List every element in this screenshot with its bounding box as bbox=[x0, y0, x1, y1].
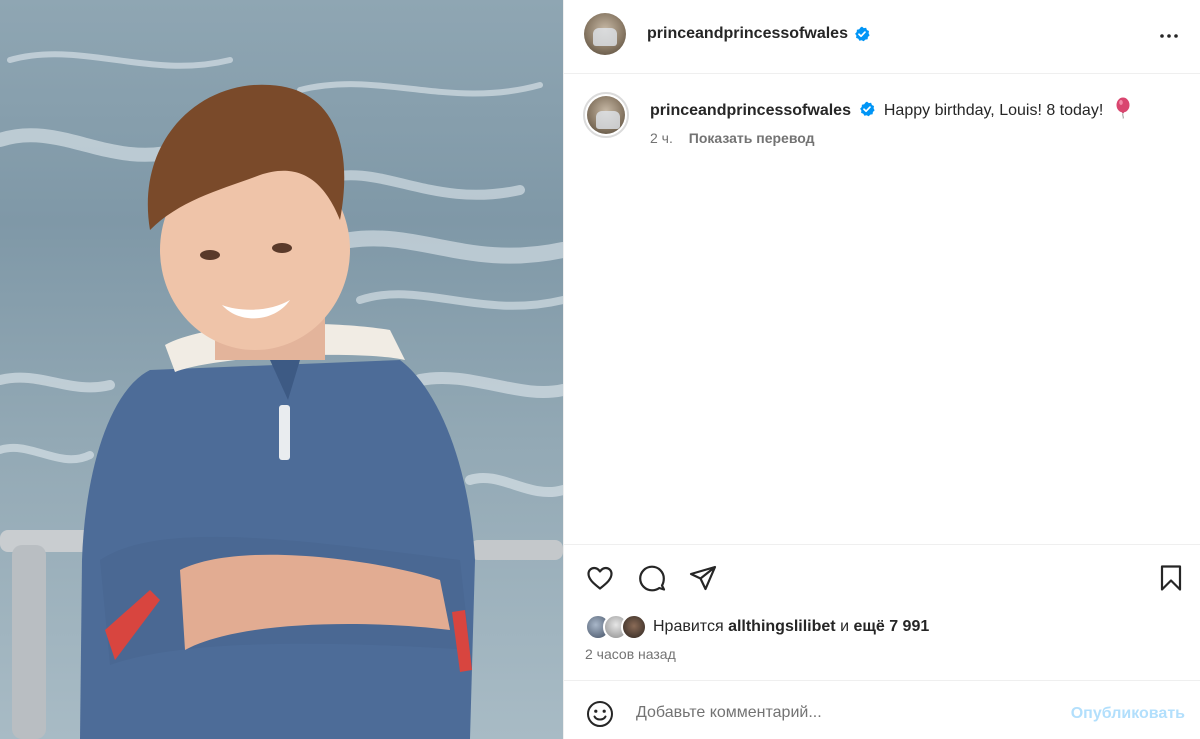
caption-meta: 2 ч. Показать перевод bbox=[650, 130, 815, 146]
liker-avatar bbox=[621, 614, 647, 640]
comment-icon[interactable] bbox=[637, 563, 667, 593]
post-sidebar: princeandprincessofwales princeandprince… bbox=[563, 0, 1200, 739]
share-icon[interactable] bbox=[688, 563, 718, 593]
caption-line: princeandprincessofwales Happy birthday,… bbox=[650, 97, 1132, 120]
caption-text: Happy birthday, Louis! 8 today! bbox=[883, 102, 1104, 119]
caption-avatar-ring[interactable] bbox=[583, 92, 629, 138]
caption-username[interactable]: princeandprincessofwales bbox=[650, 102, 851, 119]
emoji-icon[interactable] bbox=[585, 699, 615, 729]
likers-avatars bbox=[585, 614, 651, 640]
comment-input[interactable] bbox=[636, 698, 1096, 728]
author-username[interactable]: princeandprincessofwales bbox=[647, 25, 848, 43]
post-header: princeandprincessofwales bbox=[564, 0, 1200, 74]
caption-avatar[interactable] bbox=[587, 96, 625, 134]
likes-summary[interactable]: Нравится allthingslilibet и ещё 7 991 bbox=[585, 614, 929, 640]
likes-connector: и bbox=[840, 618, 850, 635]
show-translation-link[interactable]: Показать перевод bbox=[689, 130, 815, 146]
balloon-icon bbox=[1116, 97, 1130, 119]
heart-icon[interactable] bbox=[585, 563, 615, 593]
likes-prefix: Нравится bbox=[653, 618, 724, 635]
caption-time[interactable]: 2 ч. bbox=[650, 130, 673, 146]
post-timestamp[interactable]: 2 часов назад bbox=[585, 646, 676, 662]
instagram-post: princeandprincessofwales princeandprince… bbox=[0, 0, 1200, 739]
likes-count[interactable]: ещё 7 991 bbox=[853, 618, 929, 636]
post-actions: Нравится allthingslilibet и ещё 7 991 2 … bbox=[564, 544, 1200, 680]
comment-composer: Опубликовать bbox=[564, 680, 1200, 739]
verified-badge-icon bbox=[855, 26, 870, 42]
bookmark-icon[interactable] bbox=[1156, 563, 1186, 593]
photo-illustration bbox=[0, 51, 563, 739]
more-options-icon[interactable] bbox=[1157, 24, 1181, 48]
verified-badge-icon bbox=[860, 101, 876, 117]
post-photo[interactable] bbox=[0, 0, 563, 739]
author-avatar[interactable] bbox=[584, 13, 626, 55]
publish-button[interactable]: Опубликовать bbox=[1071, 705, 1185, 723]
liker-username[interactable]: allthingslilibet bbox=[728, 618, 836, 636]
